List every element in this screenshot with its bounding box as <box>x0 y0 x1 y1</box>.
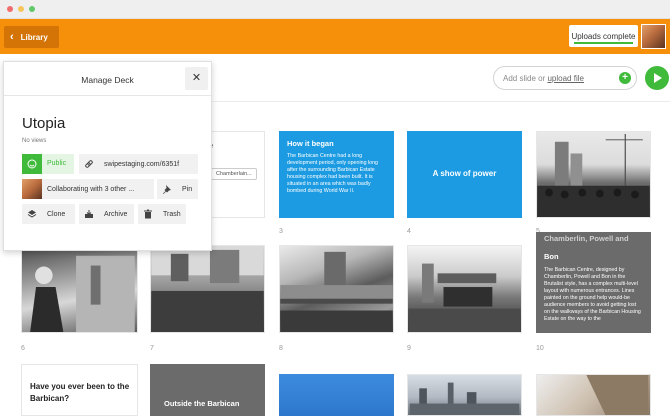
slide-card[interactable] <box>150 245 265 333</box>
library-button[interactable]: ‹ Library <box>4 26 59 48</box>
manage-deck-title: Manage Deck <box>81 75 134 85</box>
plus-icon[interactable]: + <box>619 72 631 84</box>
window-close-dot[interactable] <box>7 6 13 12</box>
manage-deck-panel: Manage Deck ✕ Utopia No views Public swi… <box>3 61 212 251</box>
share-link-text: swipestaging.com/6351f <box>104 160 180 168</box>
uploads-status-text: Uploads complete <box>571 31 636 41</box>
add-slide-text: Add slide or upload file <box>503 74 584 83</box>
deck-name[interactable]: Utopia <box>22 115 65 132</box>
slide-heading-line-2: Barbican? <box>30 394 70 403</box>
add-slide-prefix: Add slide or <box>503 74 546 83</box>
close-button[interactable]: ✕ <box>185 67 208 90</box>
slide-card[interactable]: How it began The Barbican Centre had a l… <box>279 131 394 218</box>
slide-card[interactable] <box>536 374 651 416</box>
panel-divider <box>4 95 211 96</box>
share-link-button[interactable]: swipestaging.com/6351f <box>79 154 198 174</box>
crane-photo <box>537 133 650 217</box>
slide-heading: Bon <box>544 252 559 261</box>
slide-card[interactable]: Chamberlin, Powell and Bon The Barbican … <box>536 232 651 333</box>
slide-number: 8 <box>279 345 283 352</box>
add-slide-field[interactable]: Add slide or upload file + <box>493 66 637 90</box>
slide-number: 6 <box>21 345 25 352</box>
man-portrait-photo <box>30 255 135 332</box>
barbican-towers-photo <box>280 251 393 332</box>
slide-heading: A show of power <box>432 169 497 178</box>
link-icon <box>79 154 99 174</box>
pin-button[interactable]: Pin <box>157 179 198 199</box>
library-label: Library <box>20 32 48 42</box>
trash-label: Trash <box>163 210 181 218</box>
deck-views: No views <box>22 138 47 144</box>
archive-icon <box>79 204 99 224</box>
clone-button[interactable]: Clone <box>22 204 75 224</box>
public-toggle-button[interactable]: Public <box>22 154 74 174</box>
slide-card[interactable] <box>279 245 394 333</box>
slide-heading: Outside the Barbican <box>164 399 240 408</box>
slide-card[interactable] <box>407 245 522 333</box>
slide-heading: How it began <box>287 139 334 148</box>
slide-card[interactable] <box>407 374 522 416</box>
london-skyline-photo <box>409 382 520 415</box>
clone-label: Clone <box>47 210 66 218</box>
archive-button[interactable]: Archive <box>79 204 134 224</box>
trash-icon <box>138 204 158 224</box>
slide-number: 4 <box>407 228 411 235</box>
window-maximize-dot[interactable] <box>29 6 35 12</box>
uploads-status[interactable]: Uploads complete <box>569 25 638 47</box>
slide-chip: Chamberlain... <box>211 168 257 180</box>
slide-card[interactable] <box>279 374 394 416</box>
slide-card[interactable] <box>21 245 138 333</box>
uploads-progress-bar <box>574 42 633 44</box>
window-minimize-dot[interactable] <box>18 6 24 12</box>
globe-icon <box>22 154 42 174</box>
slide-card[interactable] <box>536 131 651 218</box>
pin-label: Pin <box>182 185 193 193</box>
collaborators-button[interactable]: Collaborating with 3 other ... <box>22 179 154 199</box>
slide-number: 7 <box>150 345 154 352</box>
collaborator-avatar <box>22 179 42 199</box>
trash-button[interactable]: Trash <box>138 204 186 224</box>
pin-icon <box>157 179 177 199</box>
bomb-site-photo <box>151 246 264 332</box>
upload-file-link[interactable]: upload file <box>547 74 583 83</box>
slide-card[interactable]: Outside the Barbican <box>150 364 265 416</box>
collaborators-label: Collaborating with 3 other ... <box>47 185 135 193</box>
slide-heading-top: Chamberlin, Powell and <box>544 234 629 243</box>
slide-number: 3 <box>279 228 283 235</box>
window-titlebar <box>0 0 670 19</box>
concrete-wall-photo <box>586 375 649 415</box>
slide-number: 10 <box>536 345 544 352</box>
public-label: Public <box>42 154 74 174</box>
slide-card[interactable]: A show of power <box>407 131 522 218</box>
top-bar: ‹ Library Uploads complete <box>0 19 670 54</box>
close-icon: ✕ <box>191 72 202 84</box>
toolbar-divider <box>210 101 670 102</box>
play-button[interactable] <box>645 66 669 90</box>
chevron-left-icon: ‹ <box>10 30 14 43</box>
slide-number: 9 <box>407 345 411 352</box>
slide-heading-line-1: Have you ever been to the <box>30 382 130 391</box>
archive-label: Archive <box>104 210 128 218</box>
user-avatar[interactable] <box>641 24 666 49</box>
slide-body: The Barbican Centre had a long developme… <box>287 153 378 194</box>
slide-card[interactable]: Have you ever been to the Barbican? <box>21 364 138 416</box>
layers-icon <box>22 204 42 224</box>
cross-section-drawing <box>408 263 521 332</box>
slide-body: The Barbican Centre, designed by Chamber… <box>544 267 641 322</box>
